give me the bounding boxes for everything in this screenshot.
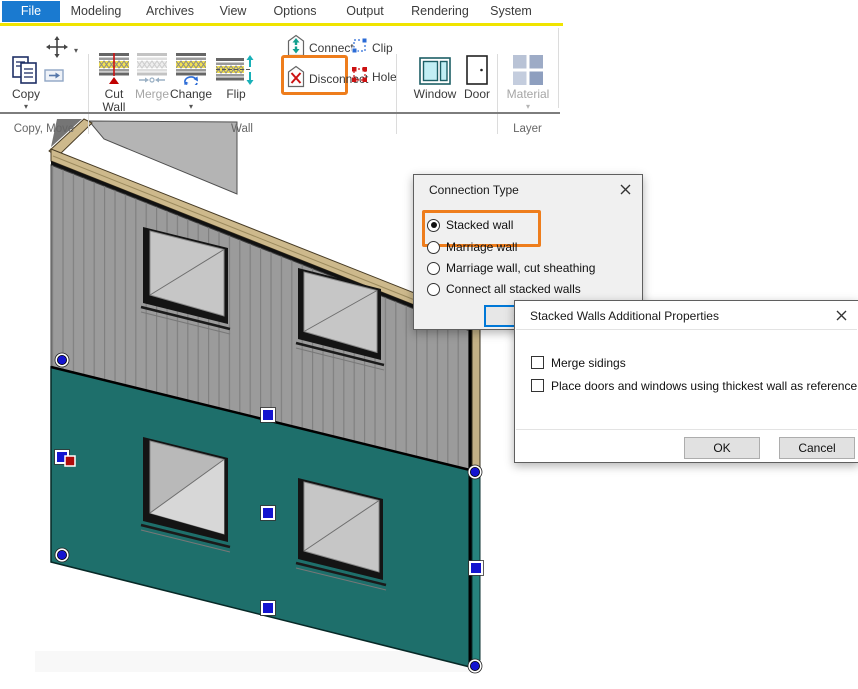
title-separator (516, 329, 857, 330)
ribbon-tab-bar: File Modeling Archives View Options Outp… (0, 0, 858, 23)
group-label-copy-move: Copy, Move (0, 123, 88, 135)
flip-icon (216, 53, 256, 85)
disconnect-icon (287, 65, 305, 93)
change-label: Change (170, 88, 212, 101)
checkbox[interactable] (531, 379, 544, 392)
tab-view[interactable]: View (214, 1, 253, 22)
copy-label: Copy (12, 88, 40, 101)
radio-button-selected[interactable] (427, 219, 440, 232)
flip-label: Flip (226, 88, 245, 101)
checkbox-merge-sidings[interactable]: Merge sidings (531, 355, 626, 370)
window-label: Window (414, 88, 457, 101)
group-label-layer: Layer (497, 123, 558, 135)
edge-handle[interactable] (261, 506, 276, 521)
tab-output[interactable]: Output (340, 1, 390, 22)
radio-label: Marriage wall, cut sheathing (446, 261, 595, 275)
move-icon (46, 36, 70, 63)
radio-button[interactable] (427, 262, 440, 275)
radio-marriage-wall[interactable]: Marriage wall (427, 239, 517, 255)
tab-modeling[interactable]: Modeling (65, 1, 128, 22)
hole-label: Hole (372, 70, 397, 84)
radio-button[interactable] (427, 283, 440, 296)
stacked-walls-additional-properties-dialog: Stacked Walls Additional Properties Merg… (514, 300, 858, 463)
hole-button[interactable]: Hole (351, 66, 397, 88)
hole-icon (351, 66, 368, 88)
edge-handle[interactable] (469, 561, 484, 576)
vertex-handle[interactable] (55, 353, 69, 367)
ribbon: Copy ▾ ▾ (0, 26, 563, 112)
group-separator (396, 54, 397, 134)
radio-connect-all-stacked-walls[interactable]: Connect all stacked walls (427, 281, 581, 297)
group-separator (497, 54, 498, 134)
ribbon-bottom-border (0, 112, 560, 114)
vertex-handle[interactable] (468, 465, 482, 479)
close-icon[interactable] (833, 307, 850, 324)
copy-icon (10, 53, 42, 85)
radio-button[interactable] (427, 241, 440, 254)
move-button[interactable]: ▾ (46, 36, 78, 63)
clip-button[interactable]: Clip (351, 37, 393, 59)
door-icon (466, 53, 488, 85)
checkbox-label: Place doors and windows using thickest w… (551, 379, 857, 393)
material-dropdown-arrow: ▾ (526, 103, 530, 110)
footer-separator (516, 429, 857, 430)
connect-label: Connect (309, 41, 354, 55)
application-window: File Modeling Archives View Options Outp… (0, 0, 858, 689)
checkbox[interactable] (531, 356, 544, 369)
copy-dropdown-arrow[interactable]: ▾ (24, 103, 28, 110)
edge-handle[interactable] (261, 601, 276, 616)
tab-system[interactable]: System (484, 1, 538, 22)
tab-rendering[interactable]: Rendering (405, 1, 475, 22)
tab-options[interactable]: Options (267, 1, 322, 22)
change-icon (176, 53, 206, 85)
dialog-title: Stacked Walls Additional Properties (530, 309, 719, 323)
door-label: Door (464, 88, 490, 101)
paste-to-button[interactable] (44, 68, 65, 88)
radio-label: Connect all stacked walls (446, 282, 581, 296)
window-icon (419, 53, 451, 85)
group-separator (88, 54, 89, 134)
ground-plane (35, 651, 475, 672)
cancel-button[interactable]: Cancel (779, 437, 855, 459)
close-icon[interactable] (617, 181, 634, 198)
dialog-title: Connection Type (429, 183, 519, 197)
radio-label: Marriage wall (446, 240, 517, 254)
clip-label: Clip (372, 41, 393, 55)
checkbox-place-doors-windows[interactable]: Place doors and windows using thickest w… (531, 378, 857, 393)
clip-icon (351, 37, 368, 59)
radio-stacked-wall[interactable]: Stacked wall (427, 217, 513, 233)
vertex-handle[interactable] (468, 659, 482, 673)
wall-end-tan (472, 322, 480, 473)
tab-archives[interactable]: Archives (140, 1, 200, 22)
reference-point-handle[interactable] (65, 456, 75, 466)
material-label: Material (507, 88, 550, 101)
change-dropdown-arrow[interactable]: ▾ (189, 103, 193, 110)
group-label-wall: Wall (88, 123, 396, 135)
radio-marriage-wall-cut-sheathing[interactable]: Marriage wall, cut sheathing (427, 260, 595, 276)
paste-to-icon (44, 68, 65, 88)
move-dropdown-arrow[interactable]: ▾ (74, 47, 78, 54)
checkbox-label: Merge sidings (551, 356, 626, 370)
vertex-handle[interactable] (55, 548, 69, 562)
cut-wall-label: Cut Wall (103, 88, 126, 114)
connect-icon (287, 34, 305, 62)
merge-icon (137, 53, 167, 85)
radio-label: Stacked wall (446, 218, 513, 232)
ok-button[interactable]: OK (684, 437, 760, 459)
edge-handle[interactable] (261, 408, 276, 423)
connect-button[interactable]: Connect (287, 34, 354, 62)
merge-label: Merge (135, 88, 169, 101)
cut-wall-icon (99, 53, 129, 85)
material-icon (513, 53, 543, 85)
tab-file[interactable]: File (2, 1, 60, 22)
ribbon-right-edge (558, 28, 559, 108)
